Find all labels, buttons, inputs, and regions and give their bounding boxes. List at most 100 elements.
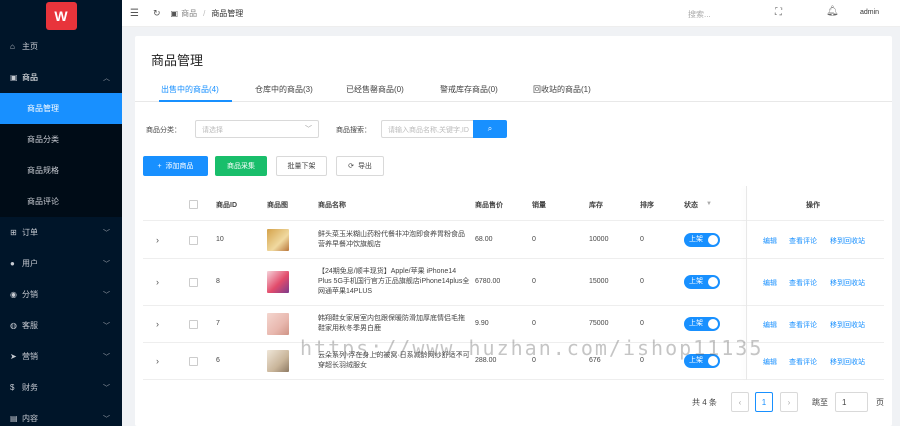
chevron-down-icon: ﹀ [305,126,312,133]
cell-stock: 676 [589,357,601,364]
sidebar-item-user[interactable]: ● 用户 ﹀ [0,248,122,279]
sidebar-subitem-goods-manage[interactable]: 商品管理 [0,93,122,124]
move-to-recycle-link[interactable]: 移到回收站 [830,357,865,367]
expand-icon[interactable]: › [156,319,159,329]
cell-id: 6 [216,357,220,364]
batch-off-shelf-button[interactable]: 批量下架 [276,156,327,176]
filter-icon[interactable]: ▼ [706,201,712,207]
finance-icon: $ [10,383,15,392]
breadcrumb-current: 商品管理 [211,8,244,18]
user-icon: ● [10,259,15,268]
goods-thumbnail [267,271,289,293]
cell-name: 【24期免息/顺丰现货】Apple/苹果 iPhone14 Plus 5G手机国… [318,268,470,295]
sidebar-item-label: 内容 [22,414,38,423]
cart-icon: ⊞ [10,228,17,237]
export-button[interactable]: ⟳ 导出 [336,156,384,176]
header-search[interactable]: 搜索... [688,9,711,20]
menu-toggle-icon[interactable]: ☰ [130,8,139,19]
page-number[interactable]: 1 [755,392,773,412]
view-reviews-link[interactable]: 查看评论 [789,320,817,330]
sidebar-item-marketing[interactable]: ➤ 营销 ﹀ [0,341,122,372]
cell-name: 鲜头菜玉米糊山药粉代餐非冲泡即食养胃粉食品营养早餐冲饮旗舰店 [318,231,465,248]
goto-page-input[interactable]: 1 [835,392,868,412]
row-checkbox[interactable] [189,278,198,287]
tabs: 出售中的商品(4) 仓库中的商品(3) 已经售罄商品(0) 警戒库存商品(0) … [135,80,892,102]
select-all-checkbox[interactable] [189,200,198,209]
chevron-up-icon: ︿ [103,74,110,82]
cell-stock: 15000 [589,278,609,285]
sidebar-item-label: 主页 [22,42,38,51]
page-title: 商品管理 [151,53,204,68]
expand-icon[interactable]: › [156,356,159,366]
sidebar-item-finance[interactable]: $ 财务 ﹀ [0,372,122,403]
chevron-right-icon: › [787,397,791,407]
row-checkbox[interactable] [189,320,198,329]
chevron-left-icon: ‹ [738,397,742,407]
cell-id: 8 [216,278,220,285]
cell-sales: 0 [532,236,536,243]
status-toggle[interactable]: 上架 [684,354,720,368]
sidebar-subitem-goods-review[interactable]: 商品评论 [0,186,122,217]
table-row: › 8 【24期免息/顺丰现货】Apple/苹果 iPhone14 Plus 5… [143,259,884,306]
toggle-knob [708,356,718,366]
search-button[interactable]: ⌕ [473,120,507,138]
cell-name: 云朵系列·浮在身上的被窝·日系减龄网纱舒适不可穿超长羽绒服女 [318,352,470,369]
prev-page-button[interactable]: ‹ [731,392,749,412]
status-toggle[interactable]: 上架 [684,275,720,289]
edit-link[interactable]: 编辑 [763,320,777,330]
username[interactable]: admin [860,9,879,16]
move-to-recycle-link[interactable]: 移到回收站 [830,278,865,288]
goods-thumbnail [267,313,289,335]
sidebar-subitem-goods-category[interactable]: 商品分类 [0,124,122,155]
col-name: 商品名称 [318,202,346,209]
view-reviews-link[interactable]: 查看评论 [789,278,817,288]
refresh-icon[interactable]: ↻ [153,8,161,19]
fullscreen-icon[interactable]: ⛶ [775,7,782,18]
add-goods-button[interactable]: + 添加商品 [143,156,208,176]
sidebar-subitem-goods-spec[interactable]: 商品规格 [0,155,122,186]
edit-link[interactable]: 编辑 [763,357,777,367]
tab-low-stock[interactable]: 警戒库存商品(0) [440,84,498,95]
sidebar-item-content[interactable]: ▤ 内容 ﹀ [0,403,122,426]
edit-link[interactable]: 编辑 [763,278,777,288]
search-input[interactable]: 请输入商品名称,关键字,ID [381,120,473,138]
search-icon: ⌕ [487,124,493,133]
tab-sold-out[interactable]: 已经售罄商品(0) [346,84,404,95]
breadcrumb-item[interactable]: 商品 [181,8,197,19]
category-select[interactable]: 请选择 ﹀ [195,120,319,138]
collect-goods-button[interactable]: 商品采集 [215,156,267,176]
col-sort: 排序 [640,202,654,209]
cell-price: 9.90 [475,320,489,327]
col-status: 状态 [684,202,698,209]
move-to-recycle-link[interactable]: 移到回收站 [830,320,865,330]
sidebar: W ⌂ 主页 ▣ 商品 ︿ 商品管理 商品分类 商品规格 商品评论 ⊞ 订单 ﹀ ● 用户 ﹀… [0,0,122,426]
view-reviews-link[interactable]: 查看评论 [789,236,817,246]
status-label: 上架 [689,236,703,243]
cell-sort: 0 [640,236,644,243]
status-toggle[interactable]: 上架 [684,233,720,247]
sidebar-item-distribution[interactable]: ◉ 分销 ﹀ [0,279,122,310]
status-toggle[interactable]: 上架 [684,317,720,331]
cell-sort: 0 [640,278,644,285]
sidebar-item-service[interactable]: ◍ 客服 ﹀ [0,310,122,341]
tab-on-sale[interactable]: 出售中的商品(4) [161,84,219,95]
bell-icon[interactable]: 🔔︎ [826,6,839,17]
sidebar-item-goods[interactable]: ▣ 商品 ︿ [0,62,122,93]
move-to-recycle-link[interactable]: 移到回收站 [830,236,865,246]
sidebar-item-order[interactable]: ⊞ 订单 ﹀ [0,217,122,248]
row-checkbox[interactable] [189,357,198,366]
chevron-down-icon: ﹀ [103,322,110,330]
tab-recycle-bin[interactable]: 回收站的商品(1) [533,84,591,95]
row-checkbox[interactable] [189,236,198,245]
next-page-button[interactable]: › [780,392,798,412]
logo: W [45,1,77,30]
add-goods-label: 添加商品 [165,163,194,170]
sidebar-item-home[interactable]: ⌂ 主页 [0,31,122,62]
edit-link[interactable]: 编辑 [763,236,777,246]
expand-icon[interactable]: › [156,235,159,245]
cell-id: 10 [216,236,224,243]
tab-warehouse[interactable]: 仓库中的商品(3) [255,84,313,95]
expand-icon[interactable]: › [156,277,159,287]
col-actions: 操作 [806,202,820,209]
view-reviews-link[interactable]: 查看评论 [789,357,817,367]
